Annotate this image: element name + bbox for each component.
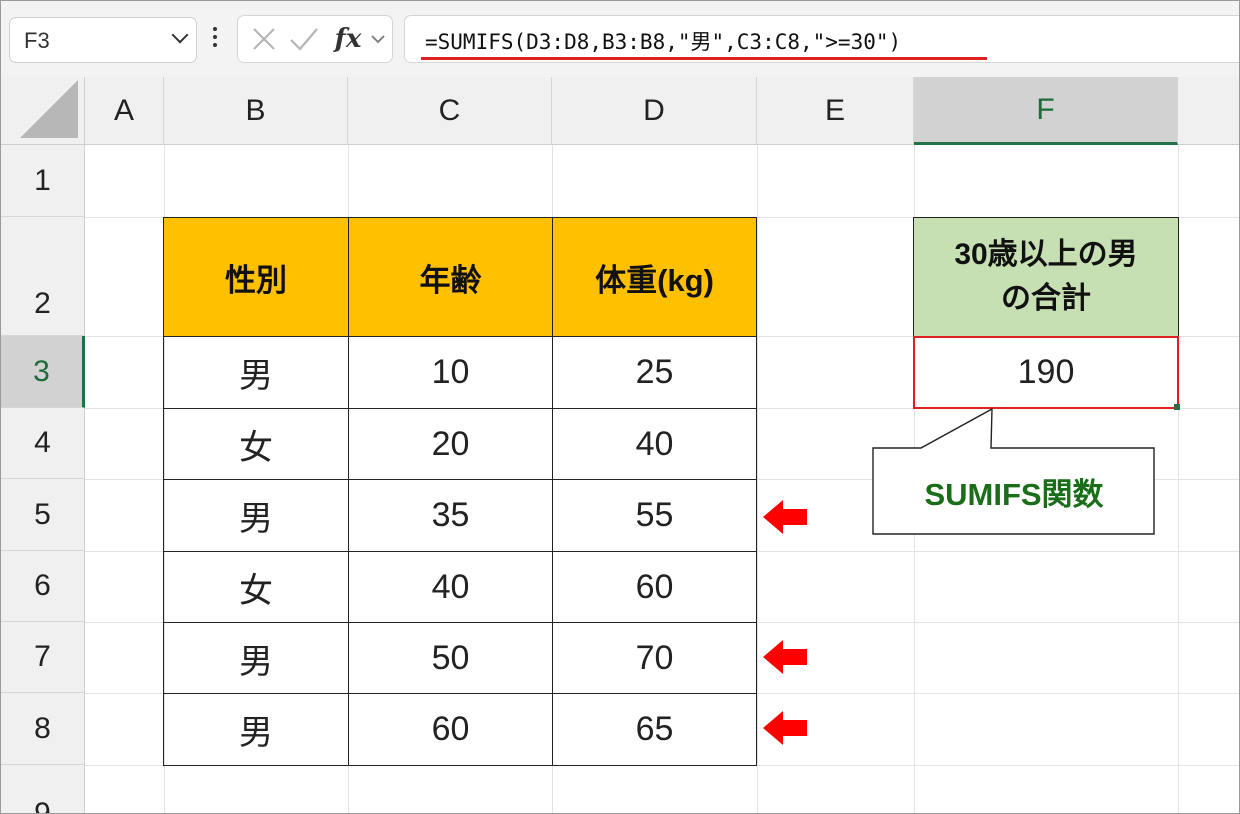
row-header-9[interactable]: 9 — [1, 765, 85, 814]
chevron-down-icon[interactable] — [366, 16, 390, 62]
row-header-1[interactable]: 1 — [1, 145, 85, 217]
table-cell-weight[interactable]: 65 — [552, 693, 757, 766]
summary-label-line1: 30歳以上の男 — [954, 238, 1138, 271]
table-cell-age[interactable]: 50 — [348, 622, 553, 694]
formula-bar: F3 fx =SUMIFS(D3:D8,B3:B8,"男",C3:C8,">=3… — [1, 1, 1239, 77]
name-box-value: F3 — [24, 28, 50, 53]
table-cell-age[interactable]: 40 — [348, 551, 553, 623]
table-cell-gender[interactable]: 男 — [163, 336, 349, 409]
column-header-e[interactable]: E — [757, 77, 914, 145]
table-cell-weight[interactable]: 60 — [552, 551, 757, 623]
row-header-5[interactable]: 5 — [1, 479, 85, 551]
arrow-left-icon — [763, 640, 807, 674]
table-cell-gender[interactable]: 女 — [163, 408, 349, 480]
name-box[interactable]: F3 — [9, 17, 197, 63]
table-cell-gender[interactable]: 男 — [163, 479, 349, 552]
table-cell-weight[interactable]: 25 — [552, 336, 757, 409]
column-header-g[interactable] — [1178, 77, 1239, 145]
formula-input[interactable]: =SUMIFS(D3:D8,B3:B8,"男",C3:C8,">=30") — [404, 15, 1239, 63]
table-header-age[interactable]: 年齢 — [348, 217, 553, 337]
row-header-8[interactable]: 8 — [1, 693, 85, 765]
arrow-left-icon — [763, 711, 807, 745]
formula-underline — [421, 57, 987, 60]
table-cell-gender[interactable]: 男 — [163, 693, 349, 766]
table-cell-weight[interactable]: 55 — [552, 479, 757, 552]
summary-label-line2: の合計 — [1001, 282, 1091, 315]
formula-buttons: fx — [237, 15, 393, 63]
table-cell-age[interactable]: 35 — [348, 479, 553, 552]
formula-text: =SUMIFS(D3:D8,B3:B8,"男",C3:C8,">=30") — [425, 30, 902, 54]
table-cell-weight[interactable]: 40 — [552, 408, 757, 480]
x-icon[interactable] — [246, 16, 282, 62]
table-header-gender[interactable]: 性別 — [163, 217, 349, 337]
table-header-weight[interactable]: 体重(kg) — [552, 217, 757, 337]
column-header-c[interactable]: C — [348, 77, 552, 145]
row-header-7[interactable]: 7 — [1, 622, 85, 693]
summary-label-cell[interactable]: 30歳以上の男 の合計 — [913, 217, 1179, 337]
row-header-2[interactable]: 2 — [1, 217, 85, 336]
table-cell-age[interactable]: 20 — [348, 408, 553, 480]
fx-icon[interactable]: fx — [330, 16, 366, 62]
table-cell-gender[interactable]: 女 — [163, 551, 349, 623]
spreadsheet-window: F3 fx =SUMIFS(D3:D8,B3:B8,"男",C3:C8,">=3… — [0, 0, 1240, 814]
arrow-left-icon — [763, 500, 807, 534]
column-header-d[interactable]: D — [552, 77, 757, 145]
check-icon[interactable] — [284, 16, 324, 62]
more-options-icon[interactable] — [213, 27, 217, 51]
table-cell-weight[interactable]: 70 — [552, 622, 757, 694]
table-cell-age[interactable]: 10 — [348, 336, 553, 409]
column-header-a[interactable]: A — [85, 77, 164, 145]
column-header-f[interactable]: F — [914, 77, 1178, 145]
row-header-3[interactable]: 3 — [1, 336, 85, 408]
row-header-4[interactable]: 4 — [1, 408, 85, 479]
result-cell[interactable]: 190 — [913, 336, 1179, 409]
table-cell-age[interactable]: 60 — [348, 693, 553, 766]
row-header-6[interactable]: 6 — [1, 551, 85, 622]
chevron-down-icon[interactable] — [171, 26, 189, 44]
callout-text: SUMIFS関数 — [924, 476, 1104, 512]
row-header-9-label: 9 — [34, 797, 51, 814]
result-value: 190 — [1017, 353, 1075, 391]
fill-handle[interactable] — [1174, 404, 1180, 410]
column-header-b[interactable]: B — [164, 77, 348, 145]
table-cell-gender[interactable]: 男 — [163, 622, 349, 694]
select-all-button[interactable] — [1, 77, 85, 145]
